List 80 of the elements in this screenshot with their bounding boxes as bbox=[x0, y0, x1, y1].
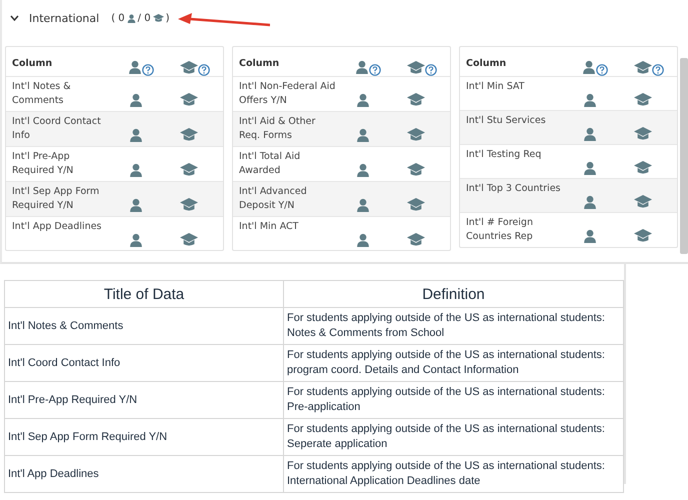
scrollbar[interactable] bbox=[680, 58, 688, 254]
graduation-cap-icon bbox=[634, 160, 652, 174]
column-header: Definition bbox=[284, 280, 624, 308]
field-label: Int'l Aid & Other Req. Forms bbox=[238, 115, 316, 143]
field-label: Int'l Notes & Comments bbox=[11, 80, 72, 108]
field-label: Int'l Testing Req bbox=[465, 148, 542, 162]
person-icon bbox=[355, 60, 369, 74]
field-label: Int'l Non-Federal Aid Offers Y/N bbox=[238, 80, 336, 108]
person-icon bbox=[583, 92, 597, 106]
person-icon bbox=[582, 60, 596, 74]
table-cell: For students applying outside of the US as international students: Seperate application bbox=[284, 418, 624, 456]
person-icon bbox=[583, 194, 597, 208]
field-label: Int'l Sep App Form Required Y/N bbox=[11, 185, 100, 213]
field-label: Int'l Total Aid Awarded bbox=[238, 150, 302, 178]
table-cell: Int'l Pre-App Required Y/N bbox=[4, 382, 284, 418]
person-icon bbox=[583, 229, 597, 243]
graduation-cap-icon bbox=[634, 60, 652, 74]
graduation-cap-icon bbox=[407, 128, 425, 142]
field-label: Int'l Stu Services bbox=[465, 114, 547, 128]
table-cell: For students applying outside of the US as international students: program coord. Details and Contact Information bbox=[284, 344, 624, 382]
field-label: Int'l Top 3 Countries bbox=[465, 182, 562, 196]
table-cell: For students applying outside of the US as international students: International Application Deadlines date bbox=[284, 456, 624, 492]
help-icon bbox=[142, 64, 154, 76]
graduation-cap-icon bbox=[407, 198, 425, 212]
table-cell: Int'l Notes & Comments bbox=[4, 308, 284, 344]
table-cell: For students applying outside of the US as international students: Pre-application bbox=[284, 382, 624, 418]
graduation-cap-icon bbox=[407, 93, 425, 107]
person-icon bbox=[129, 232, 143, 246]
column-header: Column bbox=[238, 57, 280, 71]
graduation-cap-icon bbox=[180, 93, 198, 107]
field-label: Int'l App Deadlines bbox=[11, 220, 103, 234]
person-icon bbox=[356, 232, 370, 246]
person-icon bbox=[129, 128, 143, 142]
graduation-cap-icon bbox=[634, 92, 652, 106]
graduation-cap-icon bbox=[180, 198, 198, 212]
graduation-cap-icon bbox=[634, 194, 652, 208]
chevron-icon bbox=[10, 15, 19, 21]
person-icon bbox=[129, 93, 143, 107]
field-label: Int'l Pre-App Required Y/N bbox=[11, 150, 74, 178]
count-text: ( 0 bbox=[111, 12, 125, 24]
graduation-cap-icon bbox=[407, 60, 425, 74]
field-label: Int'l Min ACT bbox=[238, 220, 300, 234]
table-cell: Int'l Coord Contact Info bbox=[4, 344, 284, 382]
graduation-cap-icon bbox=[180, 128, 198, 142]
person-icon bbox=[356, 128, 370, 142]
field-label: Int'l # Foreign Countries Rep bbox=[465, 216, 534, 244]
table-cell: Int'l Sep App Form Required Y/N bbox=[4, 418, 284, 456]
help-icon bbox=[369, 64, 381, 76]
graduation-cap-icon bbox=[180, 60, 198, 74]
person-icon bbox=[129, 198, 143, 212]
graduation-cap-icon bbox=[634, 229, 652, 243]
graduation-cap-icon bbox=[152, 14, 164, 22]
help-icon bbox=[198, 64, 210, 76]
person-icon bbox=[128, 60, 142, 74]
table-cell: Int'l App Deadlines bbox=[4, 456, 284, 492]
count-text: ) bbox=[166, 12, 170, 24]
graduation-cap-icon bbox=[407, 163, 425, 177]
person-icon bbox=[583, 126, 597, 140]
graduation-cap-icon bbox=[407, 232, 425, 246]
person-icon bbox=[583, 160, 597, 174]
section-title: International bbox=[29, 12, 100, 24]
graduation-cap-icon bbox=[634, 126, 652, 140]
graduation-cap-icon bbox=[180, 232, 198, 246]
graduation-cap-icon bbox=[180, 163, 198, 177]
help-icon bbox=[652, 64, 664, 76]
column-header: Column bbox=[465, 57, 508, 71]
count-text: / 0 bbox=[138, 12, 151, 24]
help-icon bbox=[596, 64, 608, 76]
person-icon bbox=[356, 163, 370, 177]
field-label: Int'l Advanced Deposit Y/N bbox=[238, 185, 308, 213]
person-icon bbox=[356, 198, 370, 212]
help-icon bbox=[425, 64, 437, 76]
field-label: Int'l Coord Contact Info bbox=[11, 115, 102, 143]
person-icon bbox=[129, 163, 143, 177]
field-label: Int'l Min SAT bbox=[465, 80, 526, 94]
column-header: Title of Data bbox=[4, 280, 284, 308]
person-icon bbox=[126, 14, 136, 22]
person-icon bbox=[356, 93, 370, 107]
table-cell: For students applying outside of the US as international students: Notes & Comments from School bbox=[284, 308, 624, 344]
column-header: Column bbox=[11, 57, 54, 71]
